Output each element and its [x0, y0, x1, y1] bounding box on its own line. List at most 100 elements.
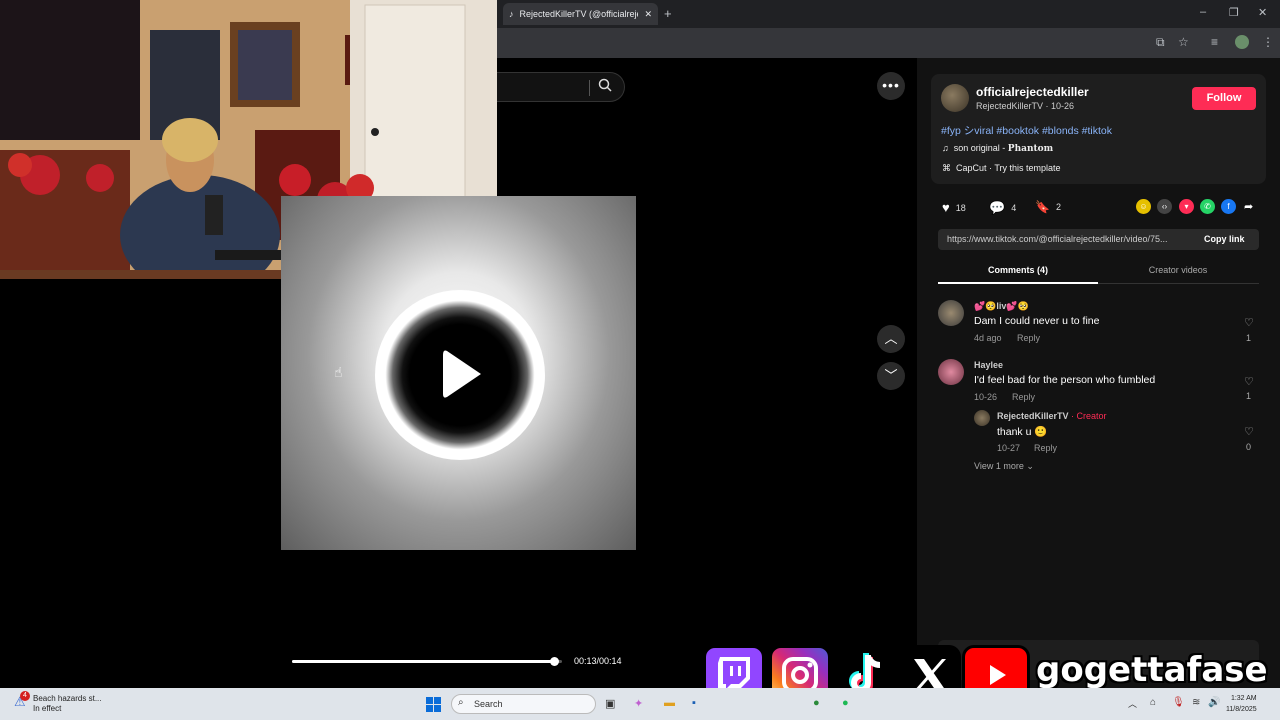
post-hashtags[interactable]: #fyp シviral #booktok #blonds #tiktok: [941, 123, 1112, 138]
send-icon[interactable]: ▾: [1179, 199, 1194, 214]
tab-comments[interactable]: Comments (4): [938, 265, 1098, 275]
view-more-label: View 1 more: [974, 461, 1024, 471]
reply-button[interactable]: Reply: [1017, 333, 1040, 343]
comment-author[interactable]: 💕🥺liv💕🥺: [974, 301, 1029, 312]
volume-icon[interactable]: 🔊: [1208, 697, 1220, 708]
facebook-icon[interactable]: f: [1221, 199, 1236, 214]
comment-text: I'd feel bad for the person who fumbled: [974, 374, 1156, 386]
weather-widget[interactable]: Beach hazards st... In effect: [33, 694, 101, 714]
next-video-button[interactable]: ﹀: [877, 362, 905, 390]
clock-date: 11/8/2025: [1226, 706, 1257, 713]
progress-thumb[interactable]: [550, 657, 559, 666]
comment-count: 4: [1011, 203, 1017, 213]
comment-like-count: 0: [1246, 442, 1252, 452]
reply-text: thank u 🙂: [997, 426, 1048, 438]
reply-time: 10-27: [997, 443, 1021, 453]
heart-icon: ♥: [942, 200, 950, 215]
comment-author[interactable]: Haylee: [974, 360, 1003, 370]
browser-menu-icon[interactable]: ⋮: [1262, 35, 1274, 49]
hand-cursor-icon: ☝: [334, 364, 343, 380]
microphone-icon[interactable]: 🎙: [1172, 697, 1185, 708]
clock-time: 1:32 AM: [1230, 695, 1257, 702]
taskbar-search-icon: ⌕: [458, 697, 464, 708]
time-readout: 00:13/00:14: [574, 656, 622, 666]
like-stat[interactable]: ♥ 18: [942, 200, 966, 215]
comment-like-icon[interactable]: ♡: [1244, 316, 1254, 329]
chevron-down-icon: ⌄: [1026, 461, 1034, 471]
file-explorer-icon[interactable]: ▬: [664, 697, 675, 709]
comment-like-icon[interactable]: ♡: [1244, 375, 1254, 388]
taskbar-search[interactable]: Search: [451, 694, 596, 714]
previous-video-button[interactable]: ︿: [877, 325, 905, 353]
comment-bubble-icon: 💬: [989, 200, 1006, 215]
close-window-button[interactable]: ✕: [1258, 6, 1267, 19]
install-app-icon[interactable]: ⧉: [1156, 35, 1165, 50]
share-arrow-icon[interactable]: ➦: [1244, 200, 1253, 213]
spotify-taskbar-icon[interactable]: ●: [842, 697, 849, 709]
like-count: 18: [955, 202, 966, 213]
comment-like-icon[interactable]: ♡: [1244, 425, 1254, 438]
view-more-replies[interactable]: View 1 more ⌄: [974, 461, 1034, 472]
chrome-taskbar-icon[interactable]: ●: [813, 697, 820, 709]
tiktok-favicon-icon: ♪: [509, 9, 514, 19]
author-avatar[interactable]: [941, 84, 969, 112]
play-icon[interactable]: [437, 347, 487, 401]
profile-avatar[interactable]: [1235, 35, 1249, 49]
save-stat[interactable]: 🔖 2: [1035, 200, 1061, 214]
embed-icon[interactable]: ‹›: [1157, 199, 1172, 214]
comment-text: Dam I could never u to fine: [974, 315, 1100, 327]
search-bar[interactable]: [497, 72, 625, 102]
tab-close-icon[interactable]: ✕: [644, 9, 652, 20]
comment-avatar[interactable]: [938, 359, 964, 385]
streamer-handle: gogettafase: [1036, 650, 1268, 690]
coin-icon[interactable]: ☺: [1136, 199, 1151, 214]
author-subline: RejectedKillerTV · 10-26: [976, 101, 1075, 111]
bookmark-icon: 🔖: [1035, 200, 1050, 214]
network-icon[interactable]: ⌂: [1150, 697, 1156, 708]
media-control-icon[interactable]: ≡: [1211, 35, 1218, 49]
reply-button[interactable]: Reply: [1034, 443, 1057, 453]
copilot-icon[interactable]: ✦: [634, 697, 643, 710]
comment-stat[interactable]: 💬 4: [989, 200, 1016, 216]
comment-time: 10-26: [974, 392, 998, 402]
follow-button[interactable]: Follow: [1192, 87, 1256, 110]
author-username[interactable]: officialrejectedkiller: [976, 85, 1089, 99]
sound-row[interactable]: ♫ son original - Phantom: [942, 143, 1053, 154]
capcut-row[interactable]: ⌘ CapCut · Try this template: [942, 163, 1061, 174]
wifi-icon[interactable]: ≋: [1192, 697, 1200, 708]
whatsapp-icon[interactable]: ✆: [1200, 199, 1215, 214]
music-note-icon: ♫: [942, 143, 949, 153]
windows-start-icon[interactable]: [426, 697, 441, 712]
sound-artist: Phantom: [1007, 144, 1054, 154]
reply-author-name: RejectedKillerTV: [997, 411, 1069, 421]
tab-title: RejectedKillerTV (@officialrejec: [519, 9, 639, 19]
comment-time: 4d ago: [974, 333, 1002, 343]
taskbar-app-icon[interactable]: ▪: [692, 697, 696, 709]
task-view-icon[interactable]: ▣: [605, 697, 615, 710]
comment-avatar[interactable]: [938, 300, 964, 326]
capcut-label: CapCut · Try this template: [956, 163, 1061, 173]
sound-label: son original -: [953, 143, 1008, 153]
search-icon[interactable]: [598, 78, 612, 92]
reply-button[interactable]: Reply: [1012, 392, 1035, 402]
comment-like-count: 1: [1246, 391, 1252, 401]
reply-author[interactable]: RejectedKillerTV · Creator: [997, 411, 1107, 421]
minimize-button[interactable]: –: [1200, 6, 1206, 18]
tray-chevron-icon[interactable]: ︿: [1128, 697, 1137, 710]
video-link[interactable]: https://www.tiktok.com/@officialrejected…: [947, 234, 1192, 244]
browser-tab[interactable]: ♪ RejectedKillerTV (@officialrejec ✕: [503, 3, 658, 25]
system-clock[interactable]: 1:32 AM 11/8/2025: [1226, 693, 1257, 715]
copy-link-button[interactable]: Copy link: [1204, 234, 1245, 244]
maximize-button[interactable]: ❐: [1229, 6, 1239, 19]
tab-creator-videos[interactable]: Creator videos: [1098, 265, 1258, 275]
comment-like-count: 1: [1246, 333, 1252, 343]
reply-avatar[interactable]: [974, 410, 990, 426]
more-options-button[interactable]: •••: [877, 72, 905, 100]
weather-line-1: Beach hazards st...: [33, 694, 102, 703]
bookmark-star-icon[interactable]: ☆: [1178, 35, 1189, 49]
search-divider: [589, 80, 590, 96]
save-count: 2: [1055, 202, 1061, 212]
taskbar-search-placeholder: Search: [474, 699, 503, 709]
new-tab-button[interactable]: +: [664, 6, 672, 21]
tab-active-indicator: [938, 282, 1098, 284]
